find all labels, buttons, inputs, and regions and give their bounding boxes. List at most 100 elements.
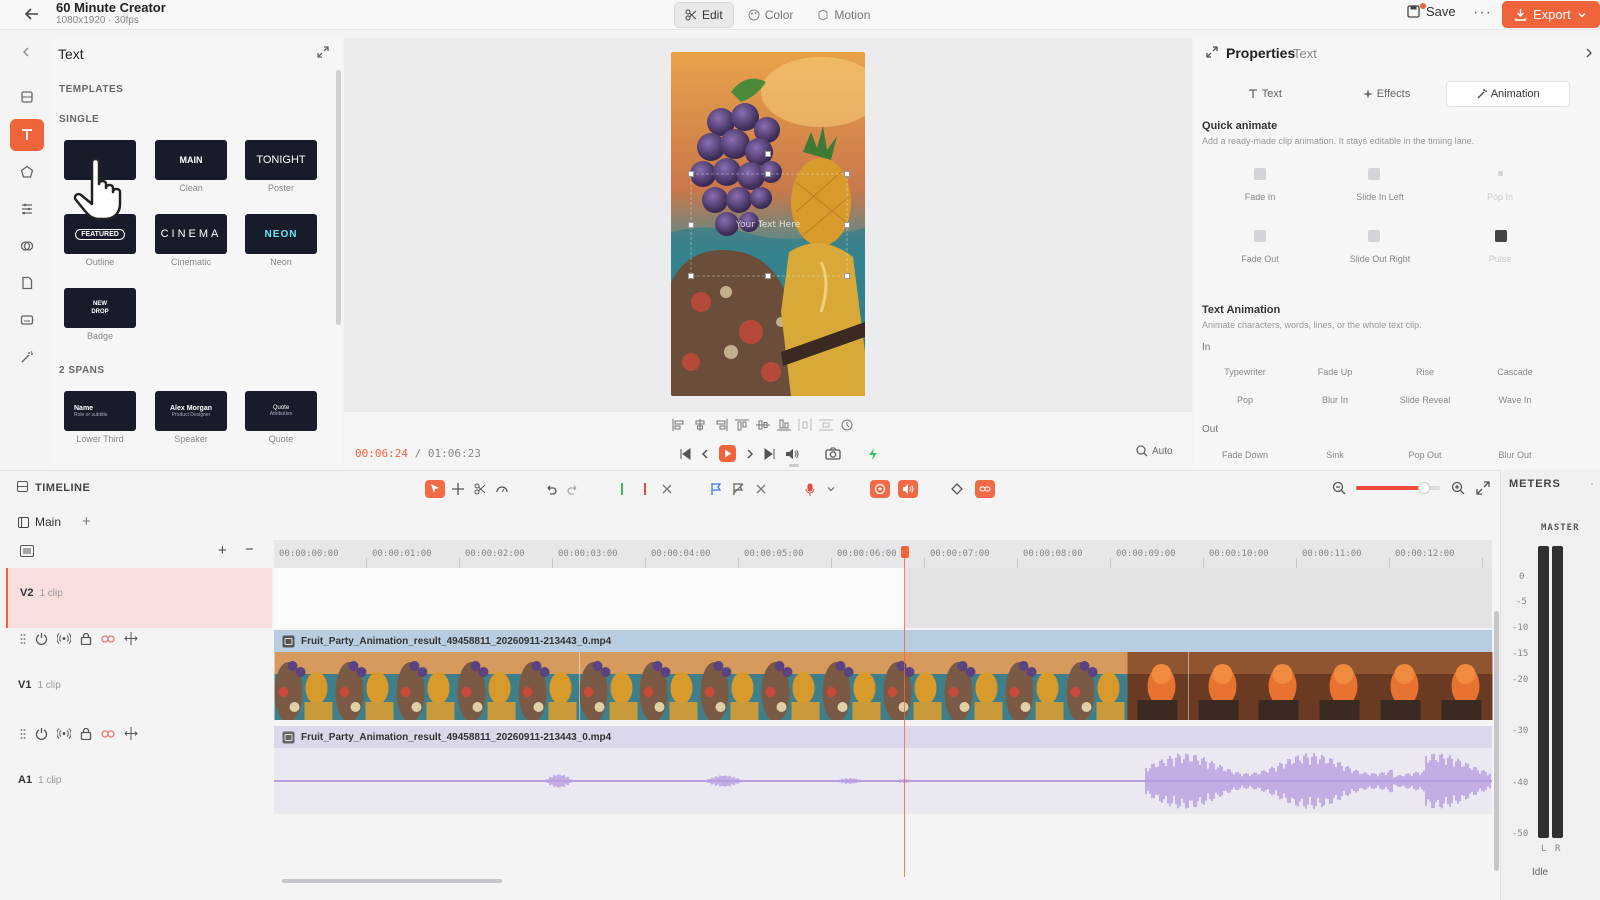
overlay-text[interactable]: Your Text Here [735,220,801,230]
zoom-out-icon[interactable] [1332,481,1346,495]
zoom-fit[interactable]: Auto [1136,445,1173,457]
template-badge[interactable]: NEW DROP [64,288,136,328]
remove-marker-icon[interactable] [728,480,748,498]
track-list-icon[interactable] [20,545,34,557]
zoom-in-icon[interactable] [1451,481,1465,495]
text-anim-out-option[interactable]: Pop Out [1385,450,1465,460]
playhead-handle[interactable] [901,546,909,558]
select-tool-icon[interactable] [425,480,445,498]
power-icon[interactable] [35,727,48,740]
text-anim-out-option[interactable]: Sink [1295,450,1375,460]
zoom-slider[interactable] [1356,482,1440,494]
volume-icon[interactable] [785,448,799,460]
media-icon[interactable] [10,81,44,113]
expand-icon[interactable] [1206,46,1218,58]
resize-handle[interactable] [844,222,850,228]
skip-to-end-icon[interactable] [764,447,776,460]
add-track-icon[interactable]: + [218,542,227,559]
drag-handle-icon[interactable] [20,633,26,645]
audio-waveform[interactable] [274,748,1492,814]
step-back-icon[interactable] [700,448,710,460]
mark-out-icon[interactable] [635,480,655,498]
resize-handle[interactable] [765,151,771,157]
resize-handle[interactable] [688,171,694,177]
snapshot-camera-icon[interactable] [825,447,841,460]
text-clip-v2[interactable] [905,568,1492,628]
split-track-icon[interactable] [124,727,138,740]
audio-clip-header[interactable]: Fruit_Party_Animation_result_49458811_20… [274,726,1492,748]
audio-scrub-icon[interactable] [898,480,918,498]
template-neon[interactable]: NEON [245,214,317,254]
time-ruler[interactable]: 00:00:00:00 00:00:01:00 00:00:02:00 00:00:0… [274,540,1492,568]
quick-anim-option[interactable]: Pop In [1450,192,1550,202]
video-frame[interactable]: Your Text Here [671,52,865,396]
document-icon[interactable] [10,267,44,299]
distribute-h-icon[interactable] [798,419,812,431]
timeline-scrollbar-v[interactable] [1494,611,1499,871]
text-anim-in-option[interactable]: Wave In [1475,395,1555,405]
more-menu-button[interactable]: ··· [1473,4,1492,22]
text-tool-icon[interactable] [10,119,44,151]
zoom-slider-thumb[interactable] [1418,482,1430,494]
remove-track-icon[interactable]: − [245,541,254,558]
split-track-icon[interactable] [124,632,138,645]
tab-text[interactable]: Text [1204,82,1326,106]
razor-tool-icon[interactable] [470,480,490,498]
splitter-handle[interactable] [789,464,799,467]
link-icon[interactable] [101,729,115,739]
text-anim-in-option[interactable]: Pop [1205,395,1285,405]
drag-handle-icon[interactable] [20,728,26,740]
fullscreen-icon[interactable] [1476,481,1490,495]
align-left-icon[interactable] [672,419,686,431]
play-button[interactable] [719,445,736,462]
text-anim-in-option[interactable]: Typewriter [1205,367,1285,377]
template-cinematic[interactable]: CINEMA [155,214,227,254]
video-clip-header[interactable]: Fruit_Party_Animation_result_49458811_20… [274,630,1492,652]
resize-handle[interactable] [688,273,694,279]
align-middle-icon[interactable] [756,419,770,431]
lightning-icon[interactable] [867,447,879,461]
text-anim-out-option[interactable]: Fade Down [1205,450,1285,460]
add-marker-icon[interactable] [706,480,726,498]
text-anim-in-option[interactable]: Slide Reveal [1385,395,1465,405]
chevron-down-icon[interactable] [821,480,841,498]
redo-icon[interactable] [563,480,583,498]
video-thumbnails[interactable] [274,652,1493,720]
template-outline[interactable]: FEATURED [64,214,136,254]
track-header-v2[interactable]: V2 1 clip [6,568,272,628]
undo-icon[interactable] [541,480,561,498]
text-anim-in-option[interactable]: Rise [1385,367,1465,377]
template-clean[interactable]: MAIN [155,140,227,180]
export-button[interactable]: Export [1502,1,1600,28]
tab-motion[interactable]: Motion [807,2,880,28]
align-bottom-icon[interactable] [777,419,791,431]
shapes-icon[interactable] [10,156,44,188]
align-right-icon[interactable] [714,419,728,431]
collapse-left-icon[interactable] [20,46,32,58]
transitions-icon[interactable] [10,230,44,262]
resize-handle[interactable] [765,171,771,177]
power-icon[interactable] [35,632,48,645]
resize-handle[interactable] [844,273,850,279]
expand-icon[interactable] [316,45,330,59]
mark-in-icon[interactable] [612,480,632,498]
skip-to-start-icon[interactable] [679,447,691,460]
tab-edit[interactable]: Edit [674,2,734,28]
record-voice-icon[interactable] [800,480,820,498]
move-tool-icon[interactable] [448,480,468,498]
adjustments-icon[interactable] [10,193,44,225]
magic-wand-icon[interactable] [10,341,44,373]
add-sequence-icon[interactable]: + [82,513,91,530]
broadcast-icon[interactable] [57,632,71,645]
step-forward-icon[interactable] [745,448,755,460]
speed-tool-icon[interactable] [492,480,512,498]
text-anim-in-option[interactable]: Blur In [1295,395,1375,405]
ripple-edit-icon[interactable] [870,480,890,498]
timeline-scrollbar-h[interactable] [282,879,502,883]
quick-anim-option[interactable]: Pulse [1450,254,1550,264]
save-button[interactable]: Save [1407,4,1456,19]
link-clips-icon[interactable] [975,480,995,498]
resize-handle[interactable] [688,222,694,228]
keyframe-icon[interactable] [947,480,967,498]
template-speaker[interactable]: Alex Morgan Product Designer [155,391,227,431]
